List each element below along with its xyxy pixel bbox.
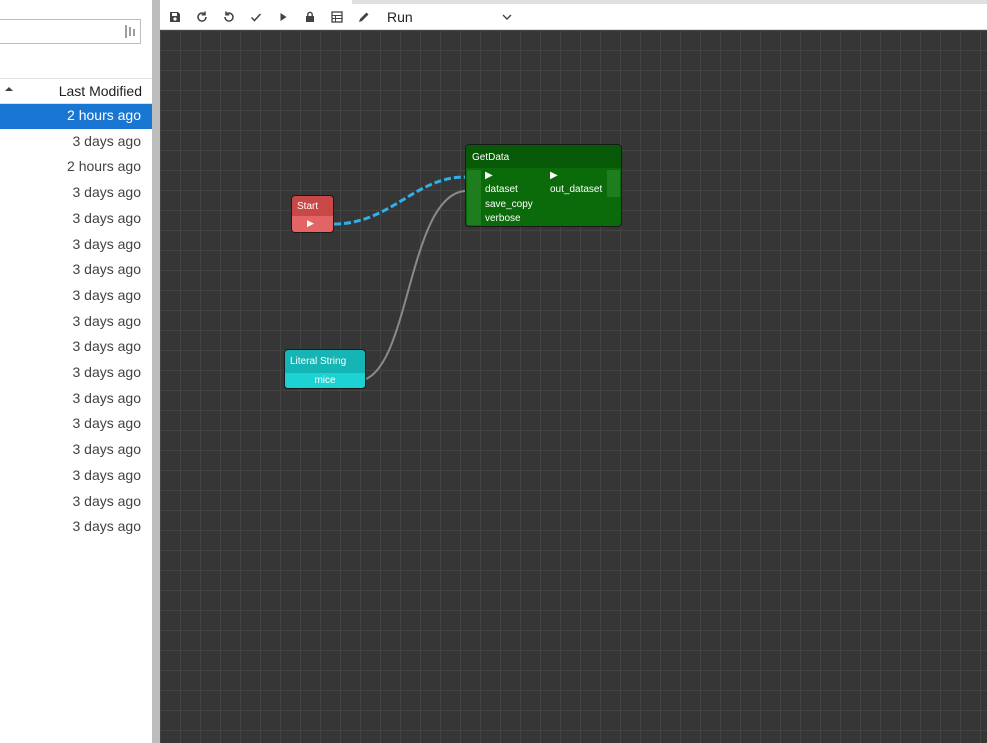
chevron-down-icon [502, 14, 512, 20]
lock-button[interactable] [301, 8, 319, 26]
check-icon [250, 13, 262, 22]
file-row[interactable]: 3 days ago [0, 387, 152, 412]
input-port-strip [467, 170, 481, 225]
file-filter-input[interactable] [0, 19, 141, 44]
input-port-dataset[interactable]: dataset [485, 184, 518, 195]
data-link[interactable] [365, 190, 466, 380]
save-icon [170, 12, 180, 22]
getdata-node[interactable]: GetData ▶ dataset save_copy verbose ▶ ou… [465, 144, 622, 227]
last-modified-cell: 3 days ago [72, 518, 142, 535]
file-row[interactable]: 3 days ago [0, 412, 152, 437]
editor-toolbar: Run [160, 4, 987, 30]
run-mode-value: Run [387, 9, 413, 25]
last-modified-cell: 3 days ago [72, 286, 142, 303]
last-modified-cell: 3 days ago [72, 338, 142, 355]
output-port-out-dataset[interactable]: out_dataset [550, 184, 602, 195]
table-button[interactable] [328, 8, 346, 26]
file-row[interactable]: 3 days ago [0, 310, 152, 335]
file-row[interactable]: 3 days ago [0, 438, 152, 463]
reload-icon [197, 11, 207, 22]
run-button[interactable] [274, 8, 292, 26]
last-modified-column-header[interactable]: Last Modified [59, 83, 142, 99]
lock-icon [306, 11, 314, 22]
last-modified-cell: 2 hours ago [67, 107, 141, 123]
last-modified-cell: 3 days ago [72, 364, 142, 380]
node-title: Start [297, 201, 319, 212]
node-title: GetData [472, 152, 510, 163]
last-modified-cell: 3 days ago [72, 415, 142, 432]
last-modified-cell: 3 days ago [72, 441, 142, 458]
last-modified-cell: 3 days ago [72, 389, 142, 406]
last-modified-cell: 3 days ago [72, 312, 142, 329]
last-modified-cell: 3 days ago [72, 235, 142, 252]
last-modified-cell: 3 days ago [72, 132, 142, 149]
file-row[interactable]: 3 days ago [0, 233, 152, 258]
file-row[interactable]: 3 days ago [0, 361, 152, 386]
file-row[interactable]: 3 days ago [0, 284, 152, 309]
last-modified-cell: 3 days ago [72, 492, 142, 509]
file-row[interactable]: 3 days ago [0, 515, 152, 540]
last-modified-cell: 3 days ago [72, 184, 142, 201]
sort-ascending-icon[interactable] [4, 84, 14, 94]
file-row[interactable]: 2 hours ago [0, 104, 152, 129]
node-title: Literal String [290, 356, 347, 367]
validate-button[interactable] [247, 8, 265, 26]
last-modified-cell: 2 hours ago [67, 158, 141, 175]
input-port-save-copy[interactable]: save_copy [485, 199, 533, 210]
file-row[interactable]: 3 days ago [0, 181, 152, 206]
undo-button[interactable] [220, 8, 238, 26]
filter-icon[interactable] [124, 24, 136, 39]
run-mode-select[interactable]: Run [382, 4, 517, 29]
pencil-icon [359, 12, 369, 22]
output-port-strip [607, 170, 620, 197]
output-port-flow[interactable]: ▶ [550, 170, 558, 181]
node-footer: ▶ [292, 216, 333, 232]
run-icon [280, 13, 287, 21]
literal-value[interactable]: mice [285, 375, 365, 386]
file-row[interactable]: 3 days ago [0, 335, 152, 360]
start-node[interactable]: Start ▶ [291, 195, 334, 233]
table-icon [331, 11, 343, 23]
file-row[interactable]: 2 hours ago [0, 155, 152, 180]
last-modified-cell: 3 days ago [72, 209, 142, 226]
pipeline-canvas[interactable]: Start ▶ Literal String mice GetData ▶ da… [160, 30, 987, 743]
file-row[interactable]: 3 days ago [0, 207, 152, 232]
file-row[interactable]: 3 days ago [0, 258, 152, 283]
input-port-flow[interactable]: ▶ [485, 170, 493, 181]
undo-icon [224, 11, 234, 22]
node-footer: mice [285, 373, 365, 388]
file-browser: Last Modified 2 hours ago 3 days ago 2 hou… [0, 0, 152, 743]
file-list-header: Last Modified [0, 78, 152, 104]
last-modified-cell: 3 days ago [72, 261, 142, 278]
save-button[interactable] [166, 8, 184, 26]
file-row[interactable]: 3 days ago [0, 490, 152, 515]
input-port-verbose[interactable]: verbose [485, 213, 521, 224]
node-title-bar: GetData [466, 145, 621, 168]
flow-output-port[interactable]: ▶ [307, 218, 314, 229]
reload-button[interactable] [193, 8, 211, 26]
file-row[interactable]: 3 days ago [0, 130, 152, 155]
literal-string-node[interactable]: Literal String mice [284, 349, 366, 389]
last-modified-cell: 3 days ago [72, 466, 142, 483]
file-row[interactable]: 3 days ago [0, 464, 152, 489]
panel-splitter[interactable] [152, 0, 160, 743]
edit-button[interactable] [355, 8, 373, 26]
